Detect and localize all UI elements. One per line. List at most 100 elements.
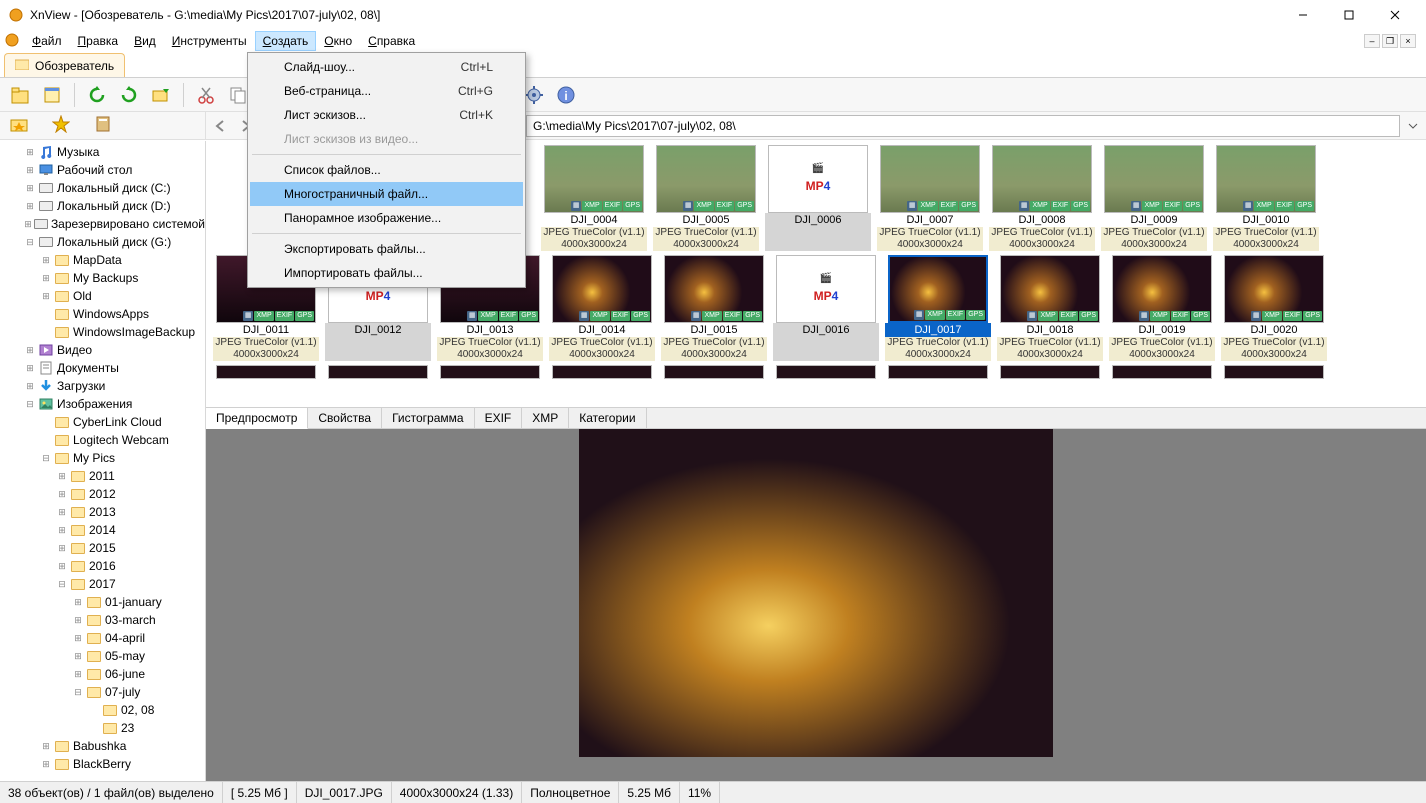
thumbnail-item[interactable] <box>772 365 880 379</box>
menu-создать[interactable]: Создать <box>255 31 317 51</box>
tree-expand-icon[interactable]: ⊞ <box>56 561 68 572</box>
tree-item[interactable]: ⊟Локальный диск (G:) <box>0 233 205 251</box>
tree-item[interactable]: ⊞06-june <box>0 665 205 683</box>
tree-item[interactable]: ⊟My Pics <box>0 449 205 467</box>
tree-expand-icon[interactable]: ⊞ <box>40 273 52 284</box>
mdi-restore-button[interactable]: ❐ <box>1382 34 1398 48</box>
tree-expand-icon[interactable]: ⊞ <box>56 507 68 518</box>
nav-back-button[interactable] <box>210 115 232 137</box>
tree-expand-icon[interactable]: ⊟ <box>40 453 52 464</box>
tree-item[interactable]: WindowsApps <box>0 305 205 323</box>
tree-item[interactable]: 23 <box>0 719 205 737</box>
thumbnail-item[interactable] <box>996 365 1104 379</box>
tree-expand-icon[interactable]: ⊞ <box>24 165 36 176</box>
tree-item[interactable]: ⊞Видео <box>0 341 205 359</box>
convert-button[interactable] <box>147 81 175 109</box>
thumbnail-item[interactable]: 🎬MP4DJI_0006 <box>764 145 872 251</box>
preview-tab-4[interactable]: XMP <box>522 408 569 428</box>
path-dropdown-button[interactable] <box>1404 121 1422 131</box>
thumbnail-item[interactable] <box>1220 365 1328 379</box>
tree-expand-icon[interactable]: ⊞ <box>24 363 36 374</box>
menu-окно[interactable]: Окно <box>316 31 360 51</box>
thumbnail-item[interactable]: ▦XMPEXIFGPSDJI_0005JPEG TrueColor (v1.1)… <box>652 145 760 251</box>
tree-item[interactable]: ⊞Локальный диск (D:) <box>0 197 205 215</box>
thumbnail-item[interactable]: ▦XMPEXIFGPSDJI_0018JPEG TrueColor (v1.1)… <box>996 255 1104 361</box>
thumbnail-item[interactable]: ▦XMPEXIFGPSDJI_0017JPEG TrueColor (v1.1)… <box>884 255 992 361</box>
tree-item[interactable]: ⊞2014 <box>0 521 205 539</box>
tree-item[interactable]: ⊞Рабочий стол <box>0 161 205 179</box>
info-button[interactable]: i <box>552 81 580 109</box>
mdi-close-button[interactable]: × <box>1400 34 1416 48</box>
menu-вид[interactable]: Вид <box>126 31 164 51</box>
tree-expand-icon[interactable]: ⊞ <box>72 651 84 662</box>
tree-expand-icon[interactable]: ⊟ <box>72 687 84 698</box>
tree-expand-icon[interactable]: ⊞ <box>24 147 36 158</box>
thumbnail-item[interactable] <box>548 365 656 379</box>
thumbnail-item[interactable]: ▦XMPEXIFGPSDJI_0009JPEG TrueColor (v1.1)… <box>1100 145 1208 251</box>
tree-item[interactable]: ⊞2013 <box>0 503 205 521</box>
thumbnail-item[interactable]: ▦XMPEXIFGPSDJI_0008JPEG TrueColor (v1.1)… <box>988 145 1096 251</box>
thumbnail-item[interactable] <box>212 365 320 379</box>
tree-item[interactable]: CyberLink Cloud <box>0 413 205 431</box>
thumbnail-item[interactable]: ▦XMPEXIFGPSDJI_0019JPEG TrueColor (v1.1)… <box>1108 255 1216 361</box>
tab-browser[interactable]: Обозреватель <box>4 53 125 77</box>
categories-icon[interactable] <box>94 116 112 135</box>
tree-item[interactable]: ⊞MapData <box>0 251 205 269</box>
menu-справка[interactable]: Справка <box>360 31 423 51</box>
mdi-minimize-button[interactable]: – <box>1364 34 1380 48</box>
window-close-button[interactable] <box>1372 0 1418 30</box>
preview-tab-0[interactable]: Предпросмотр <box>206 408 308 429</box>
favorites-folder-icon[interactable] <box>10 116 28 135</box>
tree-item[interactable]: ⊞03-march <box>0 611 205 629</box>
thumbnail-item[interactable]: 🎬MP4DJI_0016 <box>772 255 880 361</box>
tree-item[interactable]: Logitech Webcam <box>0 431 205 449</box>
menu-item[interactable]: Лист эскизов...Ctrl+K <box>250 103 523 127</box>
tree-item[interactable]: ⊞Документы <box>0 359 205 377</box>
menu-item[interactable]: Панорамное изображение... <box>250 206 523 230</box>
thumbnail-item[interactable]: ▦XMPEXIFGPSDJI_0004JPEG TrueColor (v1.1)… <box>540 145 648 251</box>
thumbnail-item[interactable]: ▦XMPEXIFGPSDJI_0020JPEG TrueColor (v1.1)… <box>1220 255 1328 361</box>
thumbnail-item[interactable]: ▦XMPEXIFGPSDJI_0010JPEG TrueColor (v1.1)… <box>1212 145 1320 251</box>
tree-expand-icon[interactable]: ⊞ <box>40 741 52 752</box>
tree-expand-icon[interactable]: ⊞ <box>56 543 68 554</box>
menu-правка[interactable]: Правка <box>70 31 127 51</box>
thumbnail-item[interactable] <box>436 365 544 379</box>
tree-expand-icon[interactable]: ⊞ <box>24 219 32 230</box>
tree-item[interactable]: ⊞BlackBerry <box>0 755 205 773</box>
preview-tab-3[interactable]: EXIF <box>475 408 523 428</box>
tree-expand-icon[interactable]: ⊞ <box>40 255 52 266</box>
tree-expand-icon[interactable]: ⊟ <box>56 579 68 590</box>
window-minimize-button[interactable] <box>1280 0 1326 30</box>
thumbnail-item[interactable] <box>1108 365 1216 379</box>
fullscreen-button[interactable] <box>38 81 66 109</box>
thumbnail-item[interactable]: ▦XMPEXIFGPSDJI_0014JPEG TrueColor (v1.1)… <box>548 255 656 361</box>
rotate-right-button[interactable] <box>115 81 143 109</box>
tree-expand-icon[interactable]: ⊞ <box>24 345 36 356</box>
thumbnail-item[interactable]: ▦XMPEXIFGPSDJI_0015JPEG TrueColor (v1.1)… <box>660 255 768 361</box>
tree-item[interactable]: ⊞Old <box>0 287 205 305</box>
preview-tab-5[interactable]: Категории <box>569 408 646 428</box>
tree-expand-icon[interactable]: ⊞ <box>56 489 68 500</box>
tree-item[interactable]: ⊞Зарезервировано системой <box>0 215 205 233</box>
thumbnail-item[interactable]: ▦XMPEXIFGPSDJI_0007JPEG TrueColor (v1.1)… <box>876 145 984 251</box>
menu-файл[interactable]: Файл <box>24 31 70 51</box>
tree-item[interactable]: ⊞2015 <box>0 539 205 557</box>
menu-инструменты[interactable]: Инструменты <box>164 31 255 51</box>
tree-item[interactable]: WindowsImageBackup <box>0 323 205 341</box>
cut-button[interactable] <box>192 81 220 109</box>
tree-expand-icon[interactable]: ⊞ <box>56 471 68 482</box>
window-maximize-button[interactable] <box>1326 0 1372 30</box>
menu-item[interactable]: Веб-страница...Ctrl+G <box>250 79 523 103</box>
thumbnail-item[interactable] <box>884 365 992 379</box>
open-button[interactable] <box>6 81 34 109</box>
tree-expand-icon[interactable]: ⊞ <box>72 597 84 608</box>
tree-item[interactable]: ⊞04-april <box>0 629 205 647</box>
tree-item[interactable]: ⊟07-july <box>0 683 205 701</box>
tree-item[interactable]: ⊞2011 <box>0 467 205 485</box>
tree-item[interactable]: ⊞2012 <box>0 485 205 503</box>
tree-expand-icon[interactable]: ⊞ <box>56 525 68 536</box>
favorites-star-icon[interactable] <box>52 115 70 136</box>
thumbnail-item[interactable] <box>324 365 432 379</box>
tree-expand-icon[interactable]: ⊞ <box>40 759 52 770</box>
tree-expand-icon[interactable]: ⊞ <box>40 291 52 302</box>
